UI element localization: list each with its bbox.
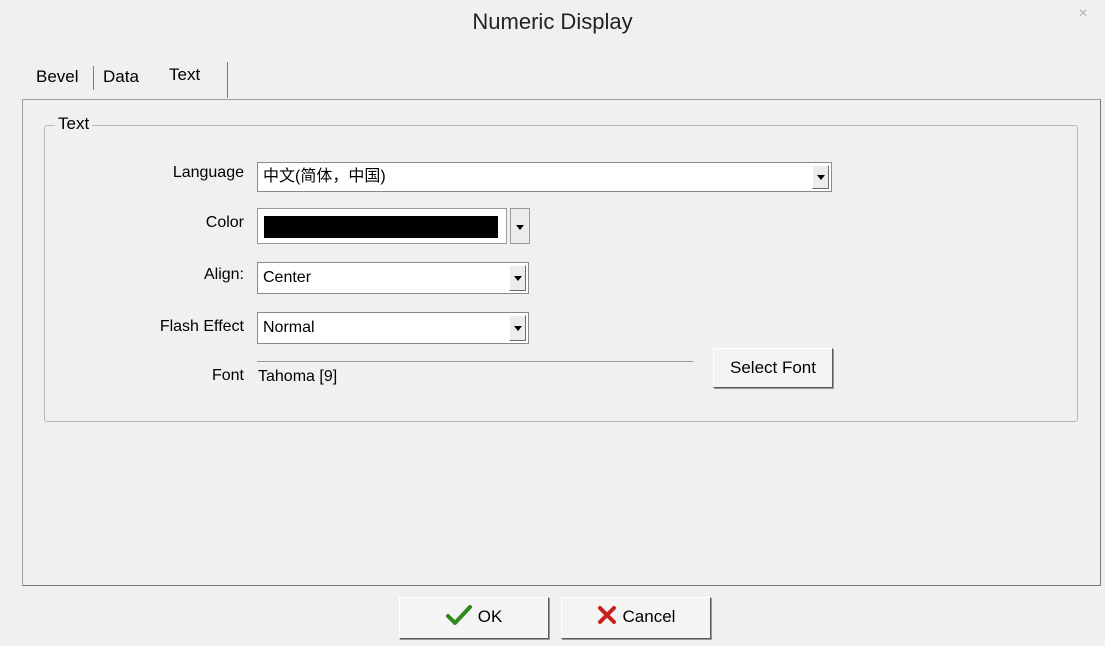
- color-swatch: [264, 216, 498, 238]
- align-select[interactable]: Center: [257, 262, 529, 294]
- close-icon[interactable]: ×: [1071, 4, 1095, 24]
- chevron-down-icon[interactable]: [812, 165, 829, 189]
- window-title: Numeric Display: [472, 9, 633, 34]
- x-icon: [597, 605, 617, 630]
- select-font-label: Select Font: [730, 358, 816, 377]
- language-label: Language: [172, 164, 244, 181]
- tab-bevel[interactable]: Bevel: [36, 64, 79, 90]
- groupbox-title: Text: [55, 113, 93, 135]
- align-value: Center: [263, 269, 312, 286]
- language-value: 中文(简体，中国): [263, 168, 386, 185]
- select-font-button[interactable]: Select Font: [713, 348, 833, 388]
- cancel-button[interactable]: Cancel: [561, 597, 711, 639]
- chevron-down-icon[interactable]: [510, 208, 530, 244]
- flash-effect-select[interactable]: Normal: [257, 312, 529, 344]
- language-select[interactable]: 中文(简体，中国): [257, 162, 832, 192]
- font-value: Tahoma [9]: [257, 361, 693, 389]
- ok-label: OK: [477, 607, 503, 626]
- flash-effect-label: Flash Effect: [159, 318, 244, 335]
- align-label: Align:: [203, 266, 244, 283]
- color-label: Color: [205, 214, 244, 231]
- tab-text[interactable]: Text: [169, 62, 200, 88]
- font-label: Font: [211, 367, 244, 384]
- checkmark-icon: [445, 604, 472, 631]
- chevron-down-icon[interactable]: [509, 315, 526, 341]
- ok-button[interactable]: OK: [399, 597, 549, 639]
- cancel-label: Cancel: [622, 607, 676, 626]
- tab-separator: [93, 66, 94, 90]
- tab-separator: [227, 62, 228, 98]
- flash-effect-value: Normal: [263, 319, 315, 336]
- tab-data[interactable]: Data: [103, 64, 139, 90]
- chevron-down-icon[interactable]: [509, 265, 526, 291]
